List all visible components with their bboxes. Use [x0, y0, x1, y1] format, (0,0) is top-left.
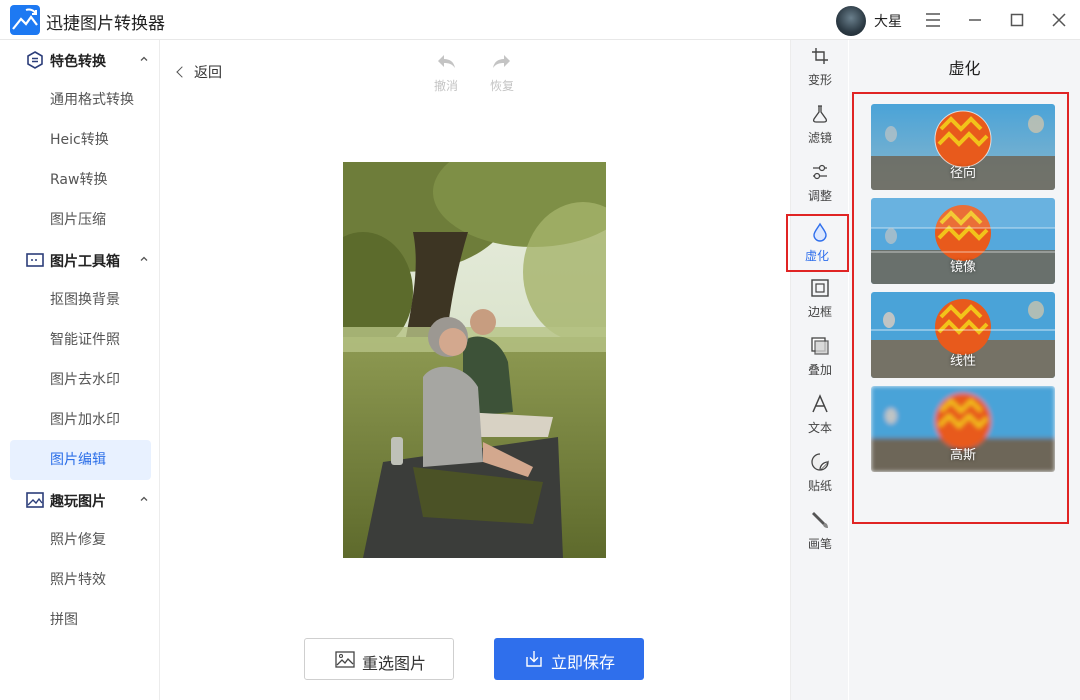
undo-button[interactable]: 撤消: [426, 52, 466, 94]
edited-photo[interactable]: [343, 162, 606, 558]
undo-icon: [438, 55, 455, 68]
toolbox-icon: [26, 253, 44, 267]
droplet-icon: [813, 222, 827, 242]
tool-blur[interactable]: 虚化: [786, 214, 849, 272]
tool-label: 变形: [807, 73, 832, 87]
sliders-icon: [813, 164, 827, 180]
sticker-icon: [811, 453, 829, 471]
minimize-icon[interactable]: [963, 8, 987, 32]
user-avatar[interactable]: [836, 6, 866, 36]
download-icon: [526, 651, 542, 667]
app-title: 迅捷图片转换器: [46, 14, 165, 34]
sidebar-item-photo-effects[interactable]: 照片特效: [10, 560, 151, 600]
text-icon: [812, 394, 828, 413]
sidebar-group-fun[interactable]: 趣玩图片: [0, 480, 160, 520]
chevron-left-icon: [176, 66, 188, 78]
tool-label: 调整: [807, 189, 832, 203]
image-fun-icon: [26, 492, 44, 508]
close-icon[interactable]: [1047, 8, 1071, 32]
flask-icon: [812, 105, 828, 123]
tool-overlay[interactable]: 叠加: [791, 330, 849, 388]
frame-icon: [811, 279, 829, 297]
redo-label: 恢复: [489, 79, 514, 93]
tool-label: 滤镜: [807, 131, 832, 145]
crop-icon: [812, 48, 828, 64]
tool-label: 虚化: [804, 249, 829, 263]
sidebar-item-compress[interactable]: 图片压缩: [10, 200, 151, 240]
tool-filter[interactable]: 滤镜: [791, 98, 849, 156]
editor-canvas: 返回 撤消 恢复 重选图片 立即保存: [160, 40, 790, 700]
save-now-button[interactable]: 立即保存: [494, 638, 644, 680]
sidebar-group-label: 图片工具箱: [50, 254, 120, 270]
sidebar-group-label: 趣玩图片: [50, 494, 106, 510]
chevron-up-icon: [140, 56, 148, 61]
username[interactable]: 大星: [874, 11, 902, 31]
effect-gaussian[interactable]: 高斯: [871, 386, 1055, 472]
effect-radial[interactable]: 径向: [871, 104, 1055, 190]
menu-icon[interactable]: [921, 8, 945, 32]
sidebar-item-add-watermark[interactable]: 图片加水印: [10, 400, 151, 440]
chevron-up-icon: [140, 256, 148, 261]
sidebar: 特色转换 通用格式转换 Heic转换 Raw转换 图片压缩 图片工具箱 抠图换背…: [0, 40, 160, 700]
tool-label: 文本: [807, 421, 832, 435]
sidebar-item-format-convert[interactable]: 通用格式转换: [10, 80, 151, 120]
sidebar-item-heic-convert[interactable]: Heic转换: [10, 120, 151, 160]
tool-brush[interactable]: 画笔: [791, 504, 849, 562]
back-button[interactable]: 返回: [176, 62, 222, 82]
effect-label: 径向: [949, 166, 976, 181]
app-logo-icon: [10, 5, 40, 35]
sidebar-item-image-edit[interactable]: 图片编辑: [10, 440, 151, 480]
effect-label: 高斯: [949, 448, 976, 463]
convert-icon: [27, 51, 43, 69]
image-icon: [335, 651, 355, 668]
tool-label: 画笔: [807, 537, 832, 551]
back-label: 返回: [194, 65, 222, 81]
sidebar-item-remove-watermark[interactable]: 图片去水印: [10, 360, 151, 400]
tool-sticker[interactable]: 贴纸: [791, 446, 849, 504]
tool-label: 贴纸: [807, 479, 832, 493]
sidebar-item-id-photo[interactable]: 智能证件照: [10, 320, 151, 360]
blur-panel: 虚化 径向 镜像 线性 高斯: [849, 40, 1080, 700]
tool-transform[interactable]: 变形: [791, 40, 849, 98]
effect-linear[interactable]: 线性: [871, 292, 1055, 378]
sidebar-group-toolbox[interactable]: 图片工具箱: [0, 240, 160, 280]
undo-label: 撤消: [433, 79, 458, 93]
maximize-icon[interactable]: [1005, 8, 1029, 32]
reselect-image-button[interactable]: 重选图片: [304, 638, 454, 680]
tool-label: 叠加: [807, 363, 832, 377]
sidebar-group-label: 特色转换: [50, 54, 106, 70]
sidebar-group-special-convert[interactable]: 特色转换: [0, 40, 160, 80]
tool-border[interactable]: 边框: [791, 272, 849, 330]
sidebar-item-cutout[interactable]: 抠图换背景: [10, 280, 151, 320]
brush-icon: [812, 512, 828, 528]
tool-rail: 变形 滤镜 调整 虚化 边框 叠加 文本 贴纸 画笔: [786, 40, 849, 700]
panel-title: 虚化: [948, 59, 981, 78]
tool-adjust[interactable]: 调整: [791, 156, 849, 214]
sidebar-item-raw-convert[interactable]: Raw转换: [10, 160, 151, 200]
reselect-label: 重选图片: [362, 656, 427, 673]
tool-text[interactable]: 文本: [791, 388, 849, 446]
effect-mirror[interactable]: 镜像: [871, 198, 1055, 284]
redo-button[interactable]: 恢复: [482, 52, 522, 94]
chevron-up-icon: [140, 496, 148, 501]
effect-label: 线性: [949, 354, 976, 369]
sidebar-item-collage[interactable]: 拼图: [10, 600, 151, 640]
redo-icon: [493, 55, 510, 68]
effect-label: 镜像: [949, 260, 976, 275]
tool-label: 边框: [807, 305, 832, 319]
sidebar-item-photo-repair[interactable]: 照片修复: [10, 520, 151, 560]
layers-icon: [811, 337, 829, 355]
save-label: 立即保存: [551, 655, 616, 672]
title-bar: 迅捷图片转换器 大星: [0, 0, 1080, 40]
